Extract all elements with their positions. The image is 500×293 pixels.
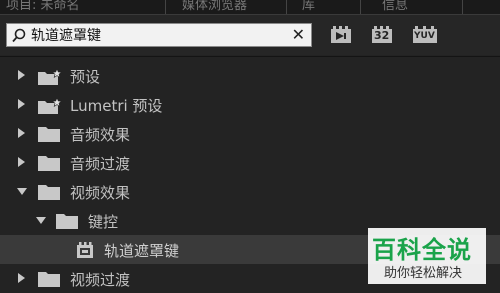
folder-icon bbox=[38, 185, 60, 200]
folder-icon bbox=[56, 214, 78, 229]
tree-item-lumetri-presets[interactable]: Lumetri 预设 bbox=[0, 90, 500, 119]
accelerated-effects-icon[interactable] bbox=[330, 26, 352, 44]
collapse-arrow-icon[interactable] bbox=[36, 217, 46, 224]
watermark-title: 百科全说 bbox=[372, 236, 472, 264]
tree-item-label: 音频过渡 bbox=[70, 155, 131, 173]
32-bit-label: 32 bbox=[374, 29, 390, 42]
expand-arrow-icon[interactable] bbox=[18, 99, 25, 109]
tab-libraries[interactable]: 库 bbox=[302, 0, 315, 13]
expand-arrow-icon[interactable] bbox=[18, 128, 25, 138]
tab-divider bbox=[462, 0, 463, 14]
preset-folder-icon bbox=[38, 69, 62, 85]
folder-icon bbox=[38, 127, 60, 142]
tree-item-label: 视频效果 bbox=[70, 184, 131, 202]
watermark-subtitle: 助你轻松解决 bbox=[384, 266, 463, 281]
clear-search-icon[interactable]: ✕ bbox=[292, 25, 305, 45]
effects-search-box[interactable]: ✕ bbox=[6, 23, 312, 47]
tab-divider bbox=[165, 0, 166, 14]
folder-icon bbox=[38, 272, 60, 287]
yuv-label: YUV bbox=[414, 31, 435, 41]
tree-item-label: 预设 bbox=[70, 68, 101, 86]
panel-tab-strip: 项目: 未命名 媒体浏览器 库 信息 bbox=[0, 0, 500, 15]
tree-item-audio-transitions[interactable]: 音频过渡 bbox=[0, 148, 500, 177]
tree-item-label: 键控 bbox=[88, 213, 119, 231]
folder-icon bbox=[38, 156, 60, 171]
tree-item-presets[interactable]: 预设 bbox=[0, 61, 500, 90]
expand-arrow-icon[interactable] bbox=[18, 273, 25, 283]
tab-divider bbox=[360, 0, 361, 14]
tree-item-audio-effects[interactable]: 音频效果 bbox=[0, 119, 500, 148]
expand-arrow-icon[interactable] bbox=[18, 157, 25, 167]
expand-arrow-icon[interactable] bbox=[18, 70, 25, 80]
tab-media-browser[interactable]: 媒体浏览器 bbox=[182, 0, 247, 13]
collapse-arrow-icon[interactable] bbox=[17, 188, 27, 195]
32-bit-color-icon[interactable]: 32 bbox=[371, 26, 393, 44]
tree-item-video-effects[interactable]: 视频效果 bbox=[0, 177, 500, 206]
preset-folder-icon bbox=[38, 98, 62, 114]
search-input[interactable] bbox=[31, 25, 281, 45]
tab-divider bbox=[286, 0, 287, 14]
search-icon bbox=[12, 28, 26, 43]
tab-project[interactable]: 项目: 未命名 bbox=[6, 0, 80, 13]
tab-info[interactable]: 信息 bbox=[382, 0, 408, 13]
effects-toolbar: ✕ 32 YUV bbox=[0, 15, 500, 55]
tree-item-label: 视频过渡 bbox=[70, 271, 131, 289]
tree-item-label: Lumetri 预设 bbox=[70, 97, 163, 115]
watermark-logo: 百科全说 助你轻松解决 bbox=[368, 228, 486, 284]
yuv-icon[interactable]: YUV bbox=[412, 26, 438, 44]
tree-item-label: 轨道遮罩键 bbox=[104, 242, 180, 260]
video-effect-icon bbox=[77, 242, 93, 258]
tree-item-label: 音频效果 bbox=[70, 126, 131, 144]
